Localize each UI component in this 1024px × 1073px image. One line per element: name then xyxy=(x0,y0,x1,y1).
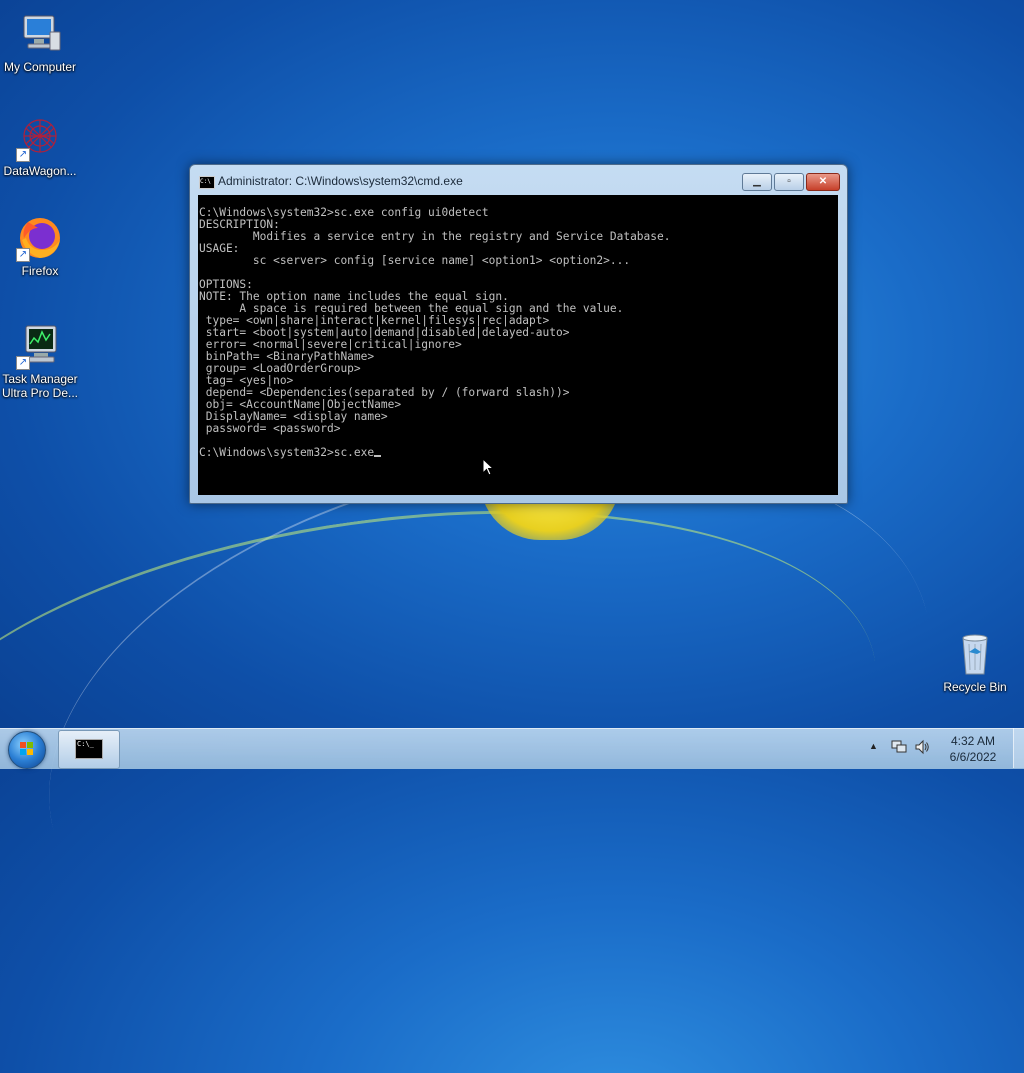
console-text: C:\Windows\system32>sc.exe config ui0det… xyxy=(198,195,838,459)
desktop-icon-label: DataWagon... xyxy=(3,164,77,178)
console-output[interactable]: C:\Windows\system32>sc.exe config ui0det… xyxy=(198,195,838,495)
close-button[interactable]: ✕ xyxy=(806,173,840,191)
computer-icon xyxy=(16,10,64,58)
task-manager-icon: ↗ xyxy=(16,322,64,370)
cmd-window[interactable]: C:\ Administrator: C:\Windows\system32\c… xyxy=(189,164,848,504)
desktop-icon-label: My Computer xyxy=(3,60,77,74)
network-icon[interactable] xyxy=(891,740,907,754)
system-clock[interactable]: 4:32 AM 6/6/2022 xyxy=(938,733,1008,765)
cmd-icon: C:\_ xyxy=(75,739,103,759)
shortcut-arrow-icon: ↗ xyxy=(16,148,30,162)
desktop-icon-label-line1: Task Manager xyxy=(2,372,78,386)
volume-icon[interactable] xyxy=(914,739,930,755)
taskbar-button-cmd[interactable]: C:\_ xyxy=(58,730,120,769)
windows-logo-icon xyxy=(20,742,34,756)
shortcut-arrow-icon: ↗ xyxy=(16,248,30,262)
start-button[interactable] xyxy=(8,731,46,769)
cmd-icon: C:\ xyxy=(199,176,215,189)
show-hidden-icons-arrow[interactable]: ▲ xyxy=(869,741,878,751)
desktop-icon-datawagon[interactable]: ↗ DataWagon... xyxy=(0,114,80,178)
minimize-button[interactable]: ▁ xyxy=(742,173,772,191)
datawagon-icon: ↗ xyxy=(16,114,64,162)
firefox-icon: ↗ xyxy=(16,214,64,262)
desktop-icon-label: Firefox xyxy=(21,264,59,278)
console-prompt: C:\Windows\system32>sc.exe xyxy=(199,446,375,459)
shortcut-arrow-icon: ↗ xyxy=(16,356,30,370)
window-titlebar[interactable]: C:\ Administrator: C:\Windows\system32\c… xyxy=(190,165,847,195)
recycle-bin-icon xyxy=(951,630,999,678)
desktop-icon-recycle-bin[interactable]: Recycle Bin xyxy=(935,630,1015,694)
maximize-button[interactable]: ▫ xyxy=(774,173,804,191)
desktop-icon-label: Recycle Bin xyxy=(943,680,1007,694)
console-help-text: C:\Windows\system32>sc.exe config ui0det… xyxy=(199,206,671,435)
desktop-icon-firefox[interactable]: ↗ Firefox xyxy=(0,214,80,278)
mouse-pointer-icon xyxy=(482,458,494,476)
desktop-icon-task-manager[interactable]: ↗ Task Manager Ultra Pro De... xyxy=(0,322,80,400)
clock-date: 6/6/2022 xyxy=(949,750,997,764)
show-desktop-button[interactable] xyxy=(1013,728,1024,768)
window-title: Administrator: C:\Windows\system32\cmd.e… xyxy=(218,174,463,188)
text-cursor xyxy=(374,455,382,457)
clock-time: 4:32 AM xyxy=(950,734,996,748)
desktop-icon-label-line2: Ultra Pro De... xyxy=(1,386,79,400)
desktop-icon-my-computer[interactable]: My Computer xyxy=(0,10,80,74)
